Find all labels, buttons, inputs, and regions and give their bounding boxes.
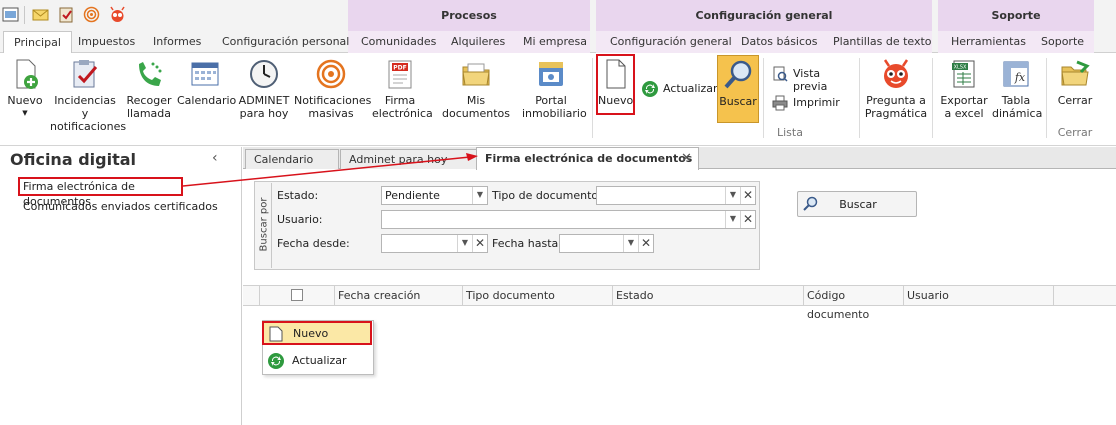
fecha-hasta-input[interactable]: ▼ ✕ (559, 234, 654, 253)
fecha-desde-label: Fecha desde: (277, 237, 350, 250)
context-menu-item-nuevo[interactable]: Nuevo (262, 321, 372, 345)
usuario-label: Usuario: (277, 213, 323, 226)
filter-side-label: Buscar por (258, 197, 270, 252)
blank-document-icon (269, 326, 283, 342)
tipo-documento-select[interactable]: ▼ ✕ (596, 186, 756, 205)
usuario-select[interactable]: ▼ ✕ (381, 210, 756, 229)
chevron-down-icon[interactable]: ▼ (725, 211, 740, 228)
chevron-down-icon[interactable]: ▼ (725, 187, 740, 204)
clear-icon[interactable]: ✕ (472, 235, 487, 252)
select-all-checkbox[interactable] (291, 289, 303, 301)
fecha-desde-input[interactable]: ▼ ✕ (381, 234, 488, 253)
chevron-down-icon[interactable]: ▼ (623, 235, 638, 252)
buscar-button[interactable]: Buscar (797, 191, 917, 217)
chevron-down-icon[interactable]: ▼ (472, 187, 487, 204)
tipo-documento-label: Tipo de documento: (492, 189, 602, 202)
chevron-down-icon[interactable]: ▼ (457, 235, 472, 252)
clear-icon[interactable]: ✕ (638, 235, 653, 252)
clear-icon[interactable]: ✕ (740, 211, 755, 228)
fecha-hasta-label: Fecha hasta: (492, 237, 562, 250)
column-header-fecha-creacion[interactable]: Fecha creación (334, 286, 462, 305)
clear-icon[interactable]: ✕ (740, 187, 755, 204)
column-header-codigo-documento[interactable]: Código documento (803, 286, 903, 321)
refresh-icon (268, 353, 284, 369)
estado-select[interactable]: Pendiente ▼ (381, 186, 488, 205)
context-menu-item-actualizar[interactable]: Actualizar (263, 349, 373, 373)
column-header-usuario[interactable]: Usuario (903, 286, 1054, 305)
column-header-estado[interactable]: Estado (612, 286, 803, 305)
grid-select-all-column (259, 286, 334, 305)
grid-indicator-column (243, 286, 259, 305)
estado-label: Estado: (277, 189, 319, 202)
column-header-tipo-documento[interactable]: Tipo documento (462, 286, 612, 305)
